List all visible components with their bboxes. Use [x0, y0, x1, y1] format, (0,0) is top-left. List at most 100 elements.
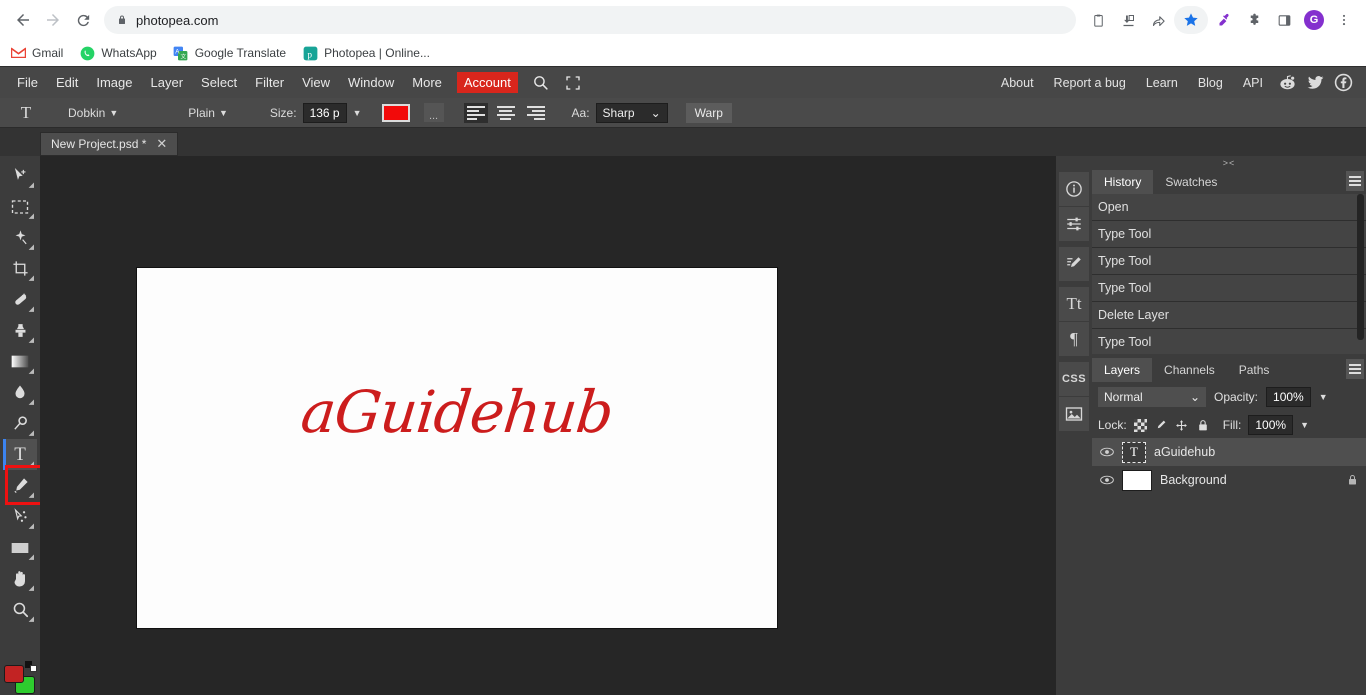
extensions-button[interactable] [1240, 6, 1268, 34]
panel-collapse-row[interactable]: >< [1092, 156, 1366, 170]
fill-input[interactable]: 100% [1248, 415, 1294, 435]
browser-menu-button[interactable] [1330, 6, 1358, 34]
align-left-button[interactable] [463, 102, 488, 123]
tab-channels[interactable]: Channels [1152, 358, 1227, 382]
eye-icon[interactable] [1100, 447, 1114, 457]
adjustments-icon[interactable] [1059, 207, 1089, 241]
font-style-select[interactable]: Plain ▼ [184, 104, 232, 122]
menu-edit[interactable]: Edit [47, 70, 87, 95]
history-item[interactable]: Delete Layer [1092, 302, 1366, 329]
link-api[interactable]: API [1234, 71, 1272, 95]
bookmark-gmail[interactable]: Gmail [10, 45, 63, 61]
layer-name[interactable]: Background [1160, 473, 1227, 487]
history-item[interactable]: Type Tool [1092, 221, 1366, 248]
menubar-fullscreen-button[interactable] [557, 71, 589, 95]
menu-layer[interactable]: Layer [142, 70, 193, 95]
canvas-text-layer[interactable]: aGuidehub [133, 378, 780, 446]
pen-tool[interactable]: ◢ [3, 470, 37, 501]
link-report-a-bug[interactable]: Report a bug [1045, 71, 1135, 95]
link-learn[interactable]: Learn [1137, 71, 1187, 95]
profile-button[interactable]: G [1300, 6, 1328, 34]
layer-thumbnail-background[interactable] [1122, 469, 1152, 491]
menu-file[interactable]: File [8, 70, 47, 95]
text-color-swatch[interactable] [381, 103, 410, 122]
blur-tool[interactable]: ◢ [3, 377, 37, 408]
info-icon[interactable] [1059, 172, 1089, 206]
lasso-tool[interactable]: ◢ [3, 222, 37, 253]
tab-layers[interactable]: Layers [1092, 358, 1153, 382]
history-item[interactable]: Open [1092, 194, 1366, 221]
panel-menu-icon[interactable] [1346, 359, 1364, 379]
clipboard-button[interactable] [1084, 6, 1112, 34]
path-select-tool[interactable]: ◢ [3, 501, 37, 532]
gradient-tool[interactable]: ◢ [3, 346, 37, 377]
layer-list[interactable]: T aGuidehub Background [1092, 438, 1366, 695]
css-icon[interactable]: CSS [1059, 362, 1089, 396]
menu-more[interactable]: More [403, 70, 451, 95]
healing-brush-tool[interactable]: ◢ [3, 284, 37, 315]
eye-icon[interactable] [1100, 475, 1114, 485]
artboard[interactable]: aGuidehub [137, 268, 777, 628]
foreground-color-swatch[interactable] [4, 665, 24, 683]
font-family-select[interactable]: Dobkin ▼ [64, 104, 122, 122]
forward-button[interactable] [38, 5, 68, 35]
antialias-select[interactable]: Sharp ⌄ [595, 102, 668, 123]
facebook-link[interactable] [1330, 70, 1356, 96]
history-item[interactable]: Type Tool [1092, 248, 1366, 275]
menu-filter[interactable]: Filter [246, 70, 293, 95]
eyedropper-button[interactable] [1210, 6, 1238, 34]
hand-tool[interactable]: ◢ [3, 563, 37, 594]
layer-row[interactable]: Background [1092, 466, 1366, 494]
document-tab[interactable]: New Project.psd * ✕ [40, 132, 179, 156]
fill-caret-icon[interactable]: ▼ [1300, 420, 1309, 430]
menubar-search-button[interactable] [524, 70, 557, 95]
align-right-button[interactable] [524, 103, 548, 123]
layer-name[interactable]: aGuidehub [1154, 445, 1215, 459]
default-colors-icon[interactable] [25, 661, 37, 672]
link-about[interactable]: About [992, 71, 1043, 95]
clone-stamp-tool[interactable]: ◢ [3, 315, 37, 346]
collapse-arrows[interactable]: >< [1223, 158, 1236, 168]
color-swatches[interactable] [2, 661, 38, 695]
lock-paint-icon[interactable] [1154, 418, 1168, 432]
tab-history[interactable]: History [1092, 170, 1154, 194]
brush-icon[interactable] [1059, 247, 1089, 281]
side-panel-button[interactable] [1270, 6, 1298, 34]
type-tool[interactable]: T ◢ [3, 439, 37, 470]
marquee-tool[interactable]: ◢ [3, 191, 37, 222]
menu-view[interactable]: View [293, 70, 339, 95]
history-scrollbar[interactable] [1357, 194, 1364, 340]
close-icon[interactable]: ✕ [156, 136, 167, 152]
account-button[interactable]: Account [456, 72, 518, 93]
zoom-tool[interactable]: ◢ [3, 594, 37, 625]
more-options-button[interactable]: ... [423, 103, 444, 122]
share-button[interactable] [1144, 6, 1172, 34]
menu-select[interactable]: Select [192, 70, 246, 95]
bookmark-whatsapp[interactable]: WhatsApp [79, 45, 157, 61]
back-button[interactable] [8, 5, 38, 35]
twitter-link[interactable] [1302, 70, 1328, 96]
history-item[interactable]: Type Tool [1092, 275, 1366, 302]
layer-thumbnail-text[interactable]: T [1122, 441, 1146, 463]
tab-paths[interactable]: Paths [1227, 358, 1282, 382]
crop-tool[interactable]: ◢ [3, 253, 37, 284]
link-blog[interactable]: Blog [1189, 71, 1232, 95]
canvas-area[interactable]: aGuidehub [40, 156, 1056, 695]
reload-button[interactable] [68, 5, 98, 35]
reddit-link[interactable] [1274, 70, 1300, 96]
bookmark-google-translate[interactable]: A文 Google Translate [173, 45, 286, 61]
opacity-input[interactable]: 100% [1266, 387, 1311, 407]
paragraph-icon[interactable]: ¶ [1059, 322, 1089, 356]
bookmark-star-button[interactable] [1174, 6, 1208, 34]
lock-transparency-icon[interactable] [1133, 418, 1147, 432]
align-center-button[interactable] [494, 103, 518, 123]
download-button[interactable] [1114, 6, 1142, 34]
lock-all-icon[interactable] [1196, 418, 1210, 432]
font-size-input[interactable]: 136 p [302, 102, 347, 123]
dodge-tool[interactable]: ◢ [3, 408, 37, 439]
address-bar[interactable]: photopea.com [104, 6, 1076, 34]
lock-position-icon[interactable] [1175, 418, 1189, 432]
menu-image[interactable]: Image [87, 70, 141, 95]
blend-mode-select[interactable]: Normal ⌄ [1098, 387, 1206, 407]
character-icon[interactable]: Tt [1059, 287, 1089, 321]
